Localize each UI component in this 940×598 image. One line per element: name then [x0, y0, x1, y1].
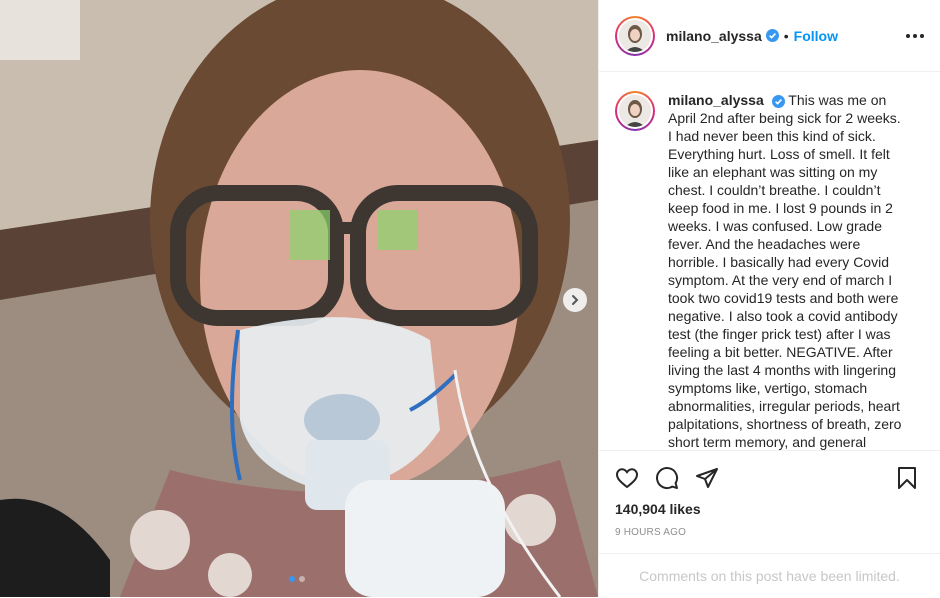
separator-dot: •: [783, 27, 789, 44]
action-icons: [615, 466, 719, 490]
verified-badge-icon: [771, 94, 785, 108]
carousel-next-button[interactable]: [563, 288, 587, 312]
post-photo: [0, 0, 598, 597]
caption-username[interactable]: milano_alyssa: [668, 92, 764, 108]
caption-body: milano_alyssa This was me on April 2nd a…: [668, 91, 908, 450]
likes-count[interactable]: 140,904 likes: [615, 501, 701, 517]
heart-icon[interactable]: [615, 466, 639, 490]
comments-limited-notice: Comments on this post have been limited.: [599, 553, 940, 598]
caption-text: This was me on April 2nd after being sic…: [668, 92, 902, 450]
carousel-dot: [299, 576, 305, 582]
caption-section[interactable]: milano_alyssa This was me on April 2nd a…: [599, 72, 940, 450]
post-header: milano_alyssa • Follow: [599, 0, 940, 72]
caption-avatar-image: [619, 95, 651, 127]
carousel-dot-active: [289, 576, 295, 582]
bookmark-icon[interactable]: [895, 466, 919, 490]
instagram-post: milano_alyssa • Follow milano_alyssa Thi…: [0, 0, 940, 597]
carousel-indicator: [289, 576, 305, 582]
post-media[interactable]: [0, 0, 598, 597]
comment-bubble-icon[interactable]: [655, 466, 679, 490]
chevron-right-icon: [572, 295, 579, 305]
post-timestamp[interactable]: 9 HOURS AGO: [615, 527, 686, 538]
more-options-icon[interactable]: [906, 33, 924, 38]
avatar[interactable]: [615, 15, 655, 56]
actions-section: 140,904 likes 9 HOURS AGO Comments on th…: [599, 450, 940, 597]
caption-avatar[interactable]: [615, 91, 655, 131]
avatar-image: [619, 19, 651, 52]
post-sidebar: milano_alyssa • Follow milano_alyssa Thi…: [598, 0, 940, 597]
paper-plane-icon[interactable]: [695, 466, 719, 490]
post-username[interactable]: milano_alyssa: [666, 28, 762, 44]
follow-button[interactable]: Follow: [794, 28, 838, 44]
verified-badge-icon: [765, 29, 779, 42]
